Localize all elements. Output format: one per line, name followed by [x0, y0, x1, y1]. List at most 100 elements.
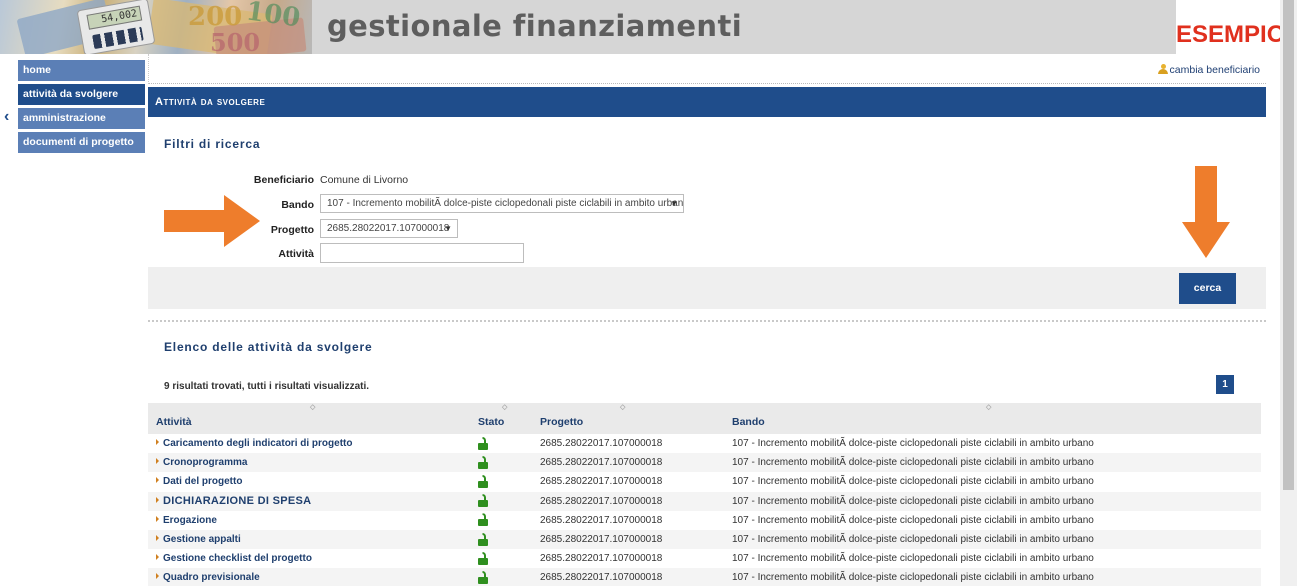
activity-cell[interactable]: Cronoprogramma: [148, 453, 470, 473]
unlock-icon: [478, 513, 488, 527]
caret-right-icon: [156, 497, 159, 504]
scrollbar-thumb[interactable]: [1283, 0, 1294, 490]
unlock-icon: [478, 474, 488, 488]
activity-cell[interactable]: DICHIARAZIONE DI SPESA: [148, 491, 470, 511]
cerca-button[interactable]: cerca: [1179, 273, 1236, 304]
column-header-attivita[interactable]: ◇ Attività: [148, 403, 470, 434]
activity-cell[interactable]: Erogazione: [148, 511, 470, 530]
section-divider: [148, 320, 1266, 322]
table-row[interactable]: DICHIARAZIONE DI SPESA 2685.28022017.1070…: [148, 491, 1261, 511]
cambia-beneficiario-link[interactable]: cambia beneficiario: [1157, 64, 1260, 76]
caret-right-icon: [156, 439, 159, 446]
header-banner: 54,002 200 100 500 gestionale finanziame…: [0, 0, 1280, 54]
banner-money-image: 54,002 200 100 500: [0, 0, 312, 54]
column-header-stato[interactable]: ◇ Stato: [470, 403, 532, 434]
beneficiario-value: Comune di Livorno: [320, 174, 409, 186]
status-cell: [470, 453, 532, 473]
sidebar-item-documenti[interactable]: documenti di progetto: [18, 132, 145, 153]
cambia-beneficiario-label: cambia beneficiario: [1169, 64, 1260, 76]
calculator-display: 54,002: [86, 5, 143, 30]
column-header-progetto[interactable]: ◇ Progetto: [532, 403, 724, 434]
chevron-left-icon[interactable]: ‹: [4, 108, 9, 126]
table-row[interactable]: Caricamento degli indicatori di progetto…: [148, 434, 1261, 453]
status-cell: [470, 568, 532, 586]
bando-cell: 107 - Incremento mobilitÃ dolce-piste ci…: [724, 453, 1261, 473]
status-cell: [470, 549, 532, 568]
list-title: Elenco delle attività da svolgere: [164, 340, 373, 354]
bando-cell: 107 - Incremento mobilitÃ dolce-piste ci…: [732, 514, 1094, 526]
unlock-icon: [478, 455, 488, 469]
activity-name: Dati del progetto: [163, 476, 243, 488]
table-row[interactable]: Gestione appalti 2685.28022017.107000018 1…: [148, 529, 1261, 550]
caret-right-icon: [156, 458, 159, 465]
bando-cell: 107 - Incremento mobilitÃ dolce-piste ci…: [724, 568, 1261, 586]
dropdown-arrow-icon: ▼: [670, 199, 678, 208]
status-cell: [470, 511, 532, 530]
activity-cell[interactable]: Gestione appalti: [148, 529, 470, 550]
sidebar-item-amministrazione[interactable]: amministrazione: [18, 108, 145, 129]
page-scrollbar[interactable]: [1280, 0, 1297, 586]
beneficiario-label: Beneficiario: [253, 174, 314, 186]
table-row[interactable]: Quadro previsionale 2685.28022017.1070000…: [148, 568, 1261, 586]
activity-link[interactable]: Erogazione: [156, 515, 217, 526]
main-content: cambia beneficiario Attività da svolgere…: [148, 54, 1266, 586]
activity-name: Gestione checklist del progetto: [163, 553, 312, 565]
table-header-row: ◇ Attività ◇ Stato ◇ Progetto ◇ Bando: [148, 403, 1261, 434]
activity-name: Quadro previsionale: [163, 572, 260, 584]
activity-link[interactable]: Caricamento degli indicatori di progetto: [156, 438, 352, 449]
activity-link[interactable]: Cronoprogramma: [156, 457, 247, 468]
sidebar: home attività da svolgere amministrazion…: [18, 60, 145, 156]
sidebar-item-attivita[interactable]: attività da svolgere: [18, 84, 145, 105]
pagination-page-1[interactable]: 1: [1216, 375, 1234, 394]
activity-link[interactable]: Quadro previsionale: [156, 572, 260, 583]
top-toolbar: cambia beneficiario: [148, 54, 1266, 84]
filters-title: Filtri di ricerca: [164, 137, 261, 151]
activity-cell[interactable]: Dati del progetto: [148, 472, 470, 491]
project-cell: 2685.28022017.107000018: [540, 438, 663, 450]
activity-name: Gestione appalti: [163, 534, 241, 546]
project-cell: 2685.28022017.107000018: [532, 453, 724, 473]
activity-link[interactable]: Gestione checklist del progetto: [156, 553, 312, 564]
project-cell: 2685.28022017.107000018: [532, 529, 724, 550]
bando-select[interactable]: 107 - Incremento mobilitÃ dolce-piste ci…: [320, 194, 684, 213]
activity-link[interactable]: Dati del progetto: [156, 476, 242, 487]
calculator-keys: [92, 26, 144, 50]
project-cell: 2685.28022017.107000018: [532, 568, 724, 586]
status-cell: [470, 529, 532, 550]
activity-cell[interactable]: Caricamento degli indicatori di progetto: [148, 434, 470, 453]
sidebar-item-home[interactable]: home: [18, 60, 145, 81]
table-row[interactable]: Gestione checklist del progetto 2685.2802…: [148, 549, 1261, 568]
activity-link[interactable]: Gestione appalti: [156, 534, 241, 545]
progetto-select[interactable]: 2685.28022017.107000018 ▼: [320, 219, 458, 238]
table-row[interactable]: Cronoprogramma 2685.28022017.107000018 107…: [148, 453, 1261, 473]
banknote-number: 500: [210, 28, 261, 54]
column-header-bando[interactable]: ◇ Bando: [724, 403, 1261, 434]
bando-label: Bando: [281, 199, 314, 211]
bando-cell: 107 - Incremento mobilitÃ dolce-piste ci…: [732, 553, 1094, 565]
table-row[interactable]: Erogazione 2685.28022017.107000018 107 - I…: [148, 511, 1261, 530]
caret-right-icon: [156, 515, 159, 522]
progetto-label: Progetto: [270, 224, 314, 236]
unlock-icon: [478, 532, 488, 546]
activity-cell[interactable]: Gestione checklist del progetto: [148, 549, 470, 568]
caret-right-icon: [156, 477, 159, 484]
project-cell: 2685.28022017.107000018: [540, 476, 663, 488]
search-actions-strip: [148, 267, 1266, 309]
bando-selected-value: 107 - Incremento mobilitÃ dolce-piste ci…: [327, 198, 684, 209]
sort-icon: ◇: [310, 404, 316, 411]
bando-cell: 107 - Incremento mobilitÃ dolce-piste ci…: [732, 476, 1094, 488]
activity-cell[interactable]: Quadro previsionale: [148, 568, 470, 586]
caret-right-icon: [156, 554, 159, 561]
esempio-badge: ESEMPIO: [1176, 0, 1280, 54]
results-count: 9 risultati trovati, tutti i risultati v…: [164, 381, 370, 392]
sort-icon: ◇: [986, 404, 992, 411]
status-cell: [470, 434, 532, 453]
user-icon: [1157, 64, 1168, 74]
unlock-icon: [478, 494, 488, 508]
bando-cell: 107 - Incremento mobilitÃ dolce-piste ci…: [732, 438, 1094, 450]
dropdown-arrow-icon: ▼: [444, 224, 452, 233]
table-row[interactable]: Dati del progetto 2685.28022017.107000018…: [148, 472, 1261, 491]
attivita-input[interactable]: [320, 243, 524, 263]
activity-name: Cronoprogramma: [163, 457, 248, 469]
activity-link[interactable]: DICHIARAZIONE DI SPESA: [156, 495, 311, 507]
